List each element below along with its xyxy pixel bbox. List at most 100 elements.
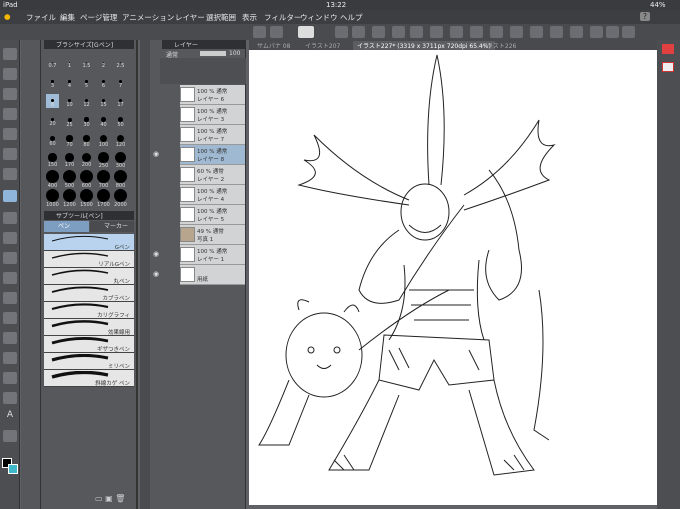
brush-size-option[interactable]: 70 [63,132,76,148]
lasso-icon[interactable] [3,128,17,140]
brush-size-option[interactable]: 4 [63,75,76,89]
blend-icon[interactable] [3,312,17,324]
brush-size-option[interactable]: 2.5 [114,56,127,69]
drawing-canvas[interactable] [249,50,657,505]
brush-size-option[interactable]: 200 [80,151,93,168]
layer-row[interactable]: 60 % 通常 レイヤー 2 [180,165,245,185]
brush-size-option[interactable]: 2000 [114,189,127,208]
deselect-icon[interactable] [470,26,483,38]
layer-row[interactable]: 100 % 通常 レイヤー 3 [180,105,245,125]
menu-edit[interactable]: 編集 [60,12,75,23]
brush-size-option[interactable]: 1.5 [80,56,93,69]
preview-icon[interactable] [298,26,314,38]
subtool-item[interactable]: リアルGペン [44,251,134,268]
undo-icon[interactable] [392,26,405,38]
app-icon[interactable]: ● [4,12,11,21]
airbrush-icon[interactable] [3,252,17,264]
layer-row[interactable]: 100 % 通常 レイヤー 4 [180,185,245,205]
layer-row[interactable]: 49 % 通常 写真 1 [180,225,245,245]
eraser-icon[interactable] [3,292,17,304]
eye-icon[interactable] [153,110,163,120]
subtool-item[interactable]: 丸ペン [44,268,134,285]
tab-pen[interactable]: ペン [44,221,89,232]
color-set-icon[interactable] [662,44,674,54]
subtool-item[interactable]: カリグラフィ [44,302,134,319]
pen-icon[interactable] [3,190,17,202]
invert-icon[interactable] [510,26,523,38]
menu-file[interactable]: ファイル [26,12,56,23]
eye-icon[interactable] [153,190,163,200]
perspective-icon[interactable] [590,26,603,38]
brush-size-option[interactable]: 17 [114,94,127,108]
grid-icon[interactable] [570,26,583,38]
opacity-slider[interactable] [200,51,226,56]
eye-icon[interactable] [153,230,163,240]
move-icon[interactable] [3,88,17,100]
menu-selection[interactable]: 選択範囲 [206,12,236,23]
layout-icon[interactable] [253,26,266,38]
layer-row[interactable]: 100 % 通常 レイヤー 1 [180,245,245,265]
brush-size-option[interactable]: 25 [63,113,76,128]
brush-size-option[interactable]: 3 [46,75,59,89]
brush-size-option[interactable]: 80 [80,132,93,148]
menu-filter[interactable]: フィルター [264,12,301,23]
brush-size-option[interactable]: 300 [114,151,127,169]
transform-icon[interactable] [450,26,463,38]
tab-marker[interactable]: マーカー [90,221,134,232]
eye-icon[interactable]: ◉ [153,250,163,260]
eye-icon[interactable] [153,130,163,140]
sub-color-swatch[interactable] [8,464,18,474]
menu-help[interactable]: ヘルプ [340,12,363,23]
brush-size-option[interactable]: 12 [80,94,93,108]
figure-icon[interactable] [3,372,17,384]
open-icon[interactable] [335,26,348,38]
zoom-icon[interactable] [3,48,17,60]
eye-icon[interactable] [153,90,163,100]
brush-size-option[interactable]: 1500 [80,189,93,208]
pencil-icon[interactable] [3,212,17,224]
brush-size-option[interactable]: 8 [46,94,59,108]
brush-size-option[interactable]: 20 [46,113,59,127]
brush-size-option[interactable]: 500 [63,170,76,189]
frame-icon[interactable] [3,392,17,404]
brush-size-option[interactable]: 1 [63,56,76,69]
brush-size-option[interactable]: 1200 [63,189,76,208]
menu-page[interactable]: ページ管理 [80,12,117,23]
layer-row[interactable]: 100 % 通常 レイヤー 6 [180,85,245,105]
layer-row[interactable]: 用紙 [180,265,245,285]
brush-size-option[interactable]: 1000 [46,189,59,208]
hand-icon[interactable] [3,68,17,80]
brush-icon[interactable] [3,232,17,244]
menu-animation[interactable]: アニメーション [122,12,174,23]
brush-size-option[interactable]: 700 [97,170,110,189]
eye-icon[interactable] [153,170,163,180]
new-icon[interactable] [270,26,283,38]
brush-size-option[interactable]: 40 [97,113,110,128]
navigator-icon[interactable] [662,62,674,72]
fill-icon[interactable] [490,26,503,38]
help-icon[interactable]: ? [640,12,650,21]
panel-scrollbar[interactable] [140,40,150,509]
decoration-icon[interactable] [3,272,17,284]
brush-size-option[interactable]: 250 [97,151,110,169]
tab-doc-active[interactable]: イラスト227* (3319 x 3711px 720dpi 65.4%) [353,41,495,50]
brush-size-option[interactable]: 600 [80,170,93,189]
brush-size-option[interactable]: 800 [114,170,127,189]
subtool-item[interactable]: ミリペン [44,353,134,370]
symmetry-icon[interactable] [606,26,619,38]
layer-row[interactable]: 100 % 通常 レイヤー 7 [180,125,245,145]
menu-layer[interactable]: レイヤー [175,12,205,23]
brush-size-option[interactable]: 100 [97,132,110,148]
tab-doc-1[interactable]: サムパナ 08 [257,41,290,50]
subtool-item[interactable]: 効果線用 [44,319,134,336]
subtool-item[interactable]: ギザつきペン [44,336,134,353]
brush-size-option[interactable]: 30 [80,113,93,128]
snap-icon[interactable] [530,26,543,38]
save-icon[interactable] [352,26,365,38]
ruler-icon[interactable] [550,26,563,38]
eyedropper-icon[interactable] [3,168,17,180]
eye-icon[interactable] [153,210,163,220]
tab-doc-2[interactable]: イラスト207 [305,41,340,50]
brush-size-option[interactable]: 1700 [97,189,110,208]
brush-size-option[interactable]: 2 [97,56,110,69]
